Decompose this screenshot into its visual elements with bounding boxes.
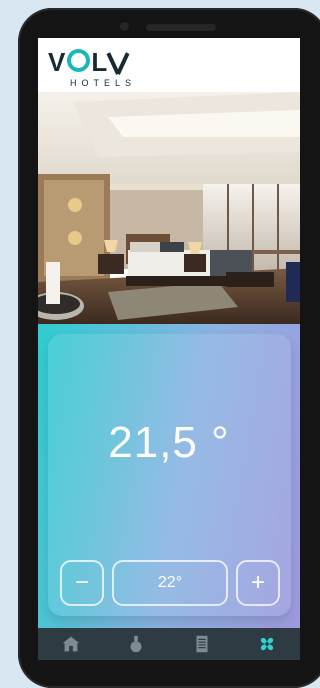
room-photo (38, 92, 300, 324)
viola-hotels-logo: VL HOTELS (48, 48, 168, 88)
phone-speaker (146, 24, 216, 31)
document-icon (196, 635, 208, 653)
minus-icon: − (74, 569, 89, 596)
plus-icon: + (250, 569, 265, 596)
tab-document[interactable] (169, 628, 235, 660)
app-header: VL HOTELS (38, 38, 300, 93)
climate-panel: 21,5 ° − 22° + (38, 324, 300, 628)
brand-logo-word: VL (48, 48, 128, 75)
app-screen: VL HOTELS 21,5 ° − 22° + (38, 38, 300, 660)
tab-home[interactable] (38, 628, 104, 660)
front-camera (120, 22, 129, 31)
brand-subtitle: HOTELS (70, 78, 137, 88)
fan-icon (261, 637, 274, 651)
tab-key[interactable] (104, 628, 170, 660)
current-temperature: 21,5 ° (108, 418, 230, 467)
tab-climate[interactable] (235, 628, 301, 660)
decrease-temp-button[interactable]: − (60, 560, 104, 606)
bottom-tab-bar (38, 628, 300, 660)
setpoint-display: 22° (112, 560, 228, 606)
home-icon (62, 636, 79, 652)
increase-temp-button[interactable]: + (236, 560, 280, 606)
key-icon (130, 635, 142, 653)
